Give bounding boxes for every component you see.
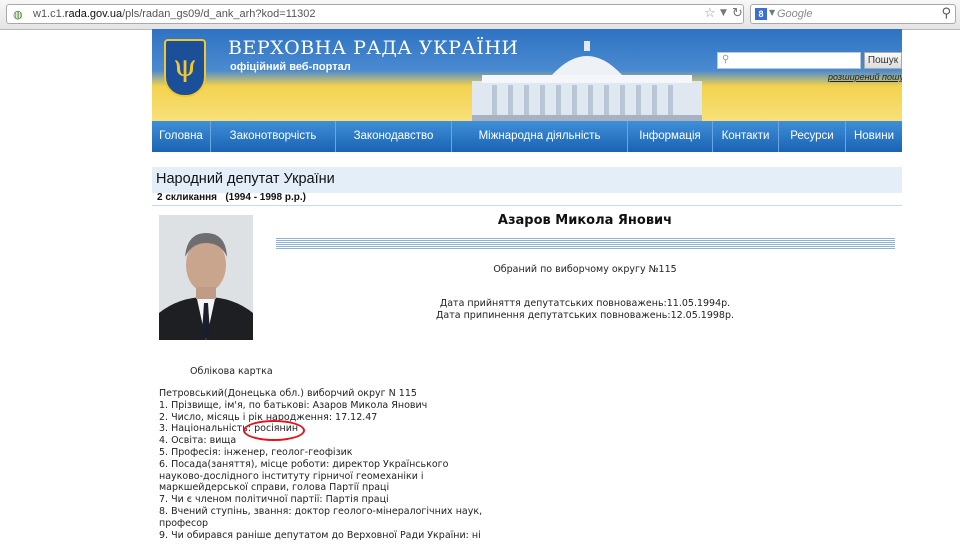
- page-title: Народний депутат України: [156, 171, 335, 187]
- site-search-button[interactable]: Пошук: [864, 52, 902, 69]
- history-dropdown-icon[interactable]: ▼: [720, 8, 727, 18]
- page-heading-bar: Народний депутат України: [152, 167, 902, 193]
- nav-item-contacts[interactable]: Контакти: [713, 121, 779, 152]
- search-icon: ⚲: [722, 54, 730, 65]
- card-line: 2. Число, місяць і рік народження: 17.12…: [159, 411, 378, 423]
- browser-search-placeholder: Google: [777, 8, 813, 20]
- card-line: 3. Національність: росіянин: [159, 423, 299, 435]
- bookmark-star-icon[interactable]: ☆: [704, 6, 716, 21]
- url-text[interactable]: w1.c1.rada.gov.ua/pls/radan_gs09/d_ank_a…: [33, 8, 315, 20]
- address-bar[interactable]: ◍ w1.c1.rada.gov.ua/pls/radan_gs09/d_ank…: [6, 4, 744, 24]
- site-globe-icon: ◍: [13, 8, 23, 21]
- deputy-photo: [159, 215, 253, 340]
- registration-card: Петровський(Донецька обл.) виборчий окру…: [159, 388, 483, 541]
- nav-item-news[interactable]: Новини: [846, 121, 902, 152]
- card-line: 9. Чи обирався раніше депутатом до Верхо…: [159, 529, 481, 541]
- browser-toolbar: ◍ w1.c1.rada.gov.ua/pls/radan_gs09/d_ank…: [0, 0, 960, 30]
- card-line: маркшейдерської справи, голова Партії пр…: [159, 482, 390, 494]
- mandate-end-date: Дата припинення депутатських повноважень…: [435, 310, 735, 321]
- decorative-stripes: [276, 238, 895, 250]
- divider: [152, 205, 902, 206]
- site-subtitle: офіційний веб-портал: [230, 61, 351, 73]
- card-line: 5. Професія: інженер, геолог-геофізик: [159, 446, 353, 458]
- card-line: науково-дослідного інституту гірничої ге…: [159, 470, 424, 482]
- district-info: Обраний по виборчому округу №115: [493, 264, 677, 275]
- card-line: 8. Вчений ступінь, звання: доктор геолог…: [159, 505, 483, 517]
- search-magnifier-icon[interactable]: ⚲: [941, 6, 951, 21]
- convocation-label: 2 скликання (1994 - 1998 р.р.): [157, 192, 306, 203]
- main-nav: Головна Законотворчість Законодавство Мі…: [152, 121, 902, 152]
- nav-item-home[interactable]: Головна: [152, 121, 211, 152]
- site-banner: ψ ВЕРХОВНА РАДА УКРАЇНИ офіційний веб-по…: [152, 29, 902, 121]
- card-line: професор: [159, 517, 209, 529]
- mandate-start-date: Дата прийняття депутатських повноважень:…: [439, 298, 731, 309]
- highlight-circle: [243, 420, 305, 441]
- trident-crest-icon[interactable]: ψ: [164, 39, 206, 97]
- card-line: 4. Освіта: вища: [159, 435, 237, 447]
- site-search-input[interactable]: ⚲: [717, 52, 861, 69]
- nav-item-legislation[interactable]: Законодавство: [336, 121, 452, 152]
- google-engine-icon[interactable]: 8: [755, 8, 767, 20]
- card-line: Петровський(Донецька обл.) виборчий окру…: [159, 388, 417, 399]
- nav-item-lawmaking[interactable]: Законотворчість: [211, 121, 336, 152]
- card-label: Облікова картка: [190, 366, 273, 377]
- deputy-name: Азаров Микола Янович: [497, 213, 673, 228]
- card-line: 6. Посада(заняття), місце роботи: директ…: [159, 458, 449, 470]
- card-line: 1. Прізвище, ім'я, по батькові: Азаров М…: [159, 399, 428, 411]
- card-line: 7. Чи є членом політичної партії: Партія…: [159, 494, 389, 506]
- parliament-building-image: [472, 41, 702, 121]
- nav-item-international[interactable]: Міжнародна діяльність: [452, 121, 628, 152]
- advanced-search-link[interactable]: розширений пошук: [828, 72, 902, 82]
- reload-icon[interactable]: ↻: [732, 6, 743, 21]
- nav-item-resources[interactable]: Ресурси: [779, 121, 846, 152]
- engine-dropdown-icon[interactable]: ▼: [769, 8, 775, 17]
- nav-item-information[interactable]: Інформація: [628, 121, 713, 152]
- browser-search-box[interactable]: 8 ▼ Google ⚲: [750, 4, 956, 24]
